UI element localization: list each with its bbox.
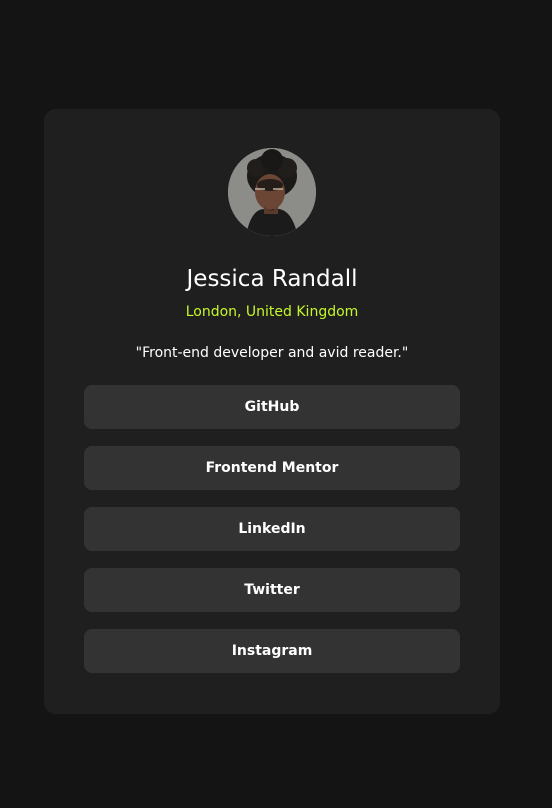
instagram-link-button[interactable]: Instagram bbox=[84, 629, 460, 673]
profile-name: Jessica Randall bbox=[186, 266, 358, 292]
github-link-button[interactable]: GitHub bbox=[84, 385, 460, 429]
linkedin-link-button[interactable]: LinkedIn bbox=[84, 507, 460, 551]
social-links: GitHub Frontend Mentor LinkedIn Twitter … bbox=[84, 385, 460, 673]
frontend-mentor-link-button[interactable]: Frontend Mentor bbox=[84, 446, 460, 490]
twitter-link-button[interactable]: Twitter bbox=[84, 568, 460, 612]
avatar bbox=[228, 148, 316, 236]
avatar-photo bbox=[228, 148, 316, 236]
profile-location: London, United Kingdom bbox=[185, 304, 359, 320]
profile-bio: "Front-end developer and avid reader." bbox=[135, 345, 409, 361]
profile-card: Jessica Randall London, United Kingdom "… bbox=[44, 109, 500, 714]
